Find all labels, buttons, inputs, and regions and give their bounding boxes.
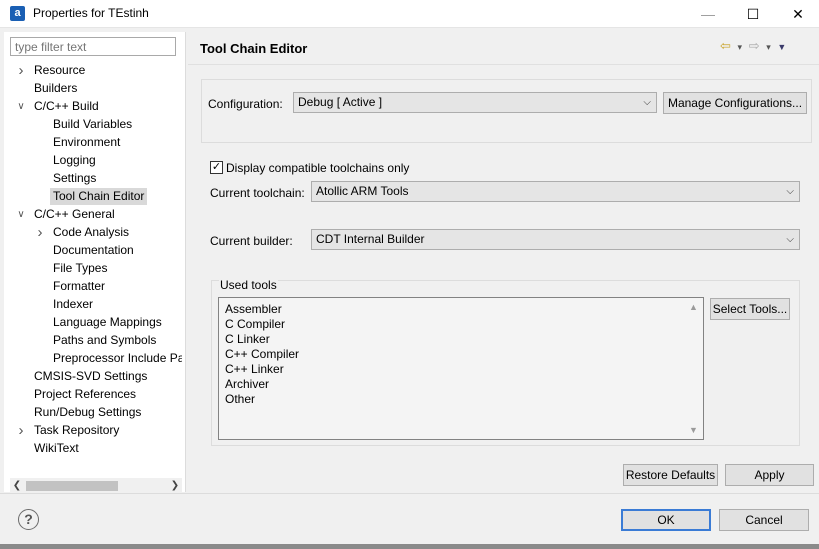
- used-tools-label: Used tools: [219, 278, 278, 292]
- tree-item[interactable]: Build Variables: [53, 116, 135, 133]
- tree-item[interactable]: C/C++ General: [34, 206, 118, 223]
- used-tools-list[interactable]: Assembler C Compiler C Linker C++ Compiler C…: [218, 297, 704, 440]
- list-item[interactable]: C Compiler: [225, 317, 285, 332]
- filter-input[interactable]: [10, 37, 176, 56]
- ok-button[interactable]: OK: [621, 509, 711, 531]
- tree-item[interactable]: Tool Chain Editor: [50, 188, 148, 205]
- tree-item[interactable]: Project References: [34, 386, 139, 403]
- page-title: Tool Chain Editor: [200, 41, 308, 56]
- tree-item[interactable]: Resource: [34, 62, 88, 79]
- tree-item[interactable]: File Types: [53, 260, 110, 277]
- chevron-down-icon: ⌵: [786, 234, 794, 245]
- list-item[interactable]: C++ Linker: [225, 362, 284, 377]
- tree-item[interactable]: Paths and Symbols: [53, 332, 159, 349]
- app-icon: a: [10, 6, 25, 21]
- window-bottom-edge: [0, 544, 819, 549]
- chevron-down-icon: ⌵: [643, 97, 651, 108]
- tree-item[interactable]: Run/Debug Settings: [34, 404, 144, 421]
- compatible-toolchains-checkbox[interactable]: ✓: [210, 161, 223, 174]
- tree-item[interactable]: C/C++ Build: [34, 98, 102, 115]
- properties-tree-panel: › ResourceBuilders ∨ C/C++ BuildBuild Varia…: [4, 32, 186, 494]
- current-toolchain-value: Atollic ARM Tools: [316, 184, 409, 198]
- title-bar: a Properties for TEstinh — ☐ ✕: [0, 0, 819, 28]
- tree-item[interactable]: Documentation: [53, 242, 137, 259]
- close-button[interactable]: ✕: [775, 0, 819, 28]
- forward-dropdown-icon[interactable]: ▾: [766, 42, 771, 53]
- apply-button[interactable]: Apply: [725, 464, 814, 486]
- forward-arrow-icon[interactable]: ⇨: [749, 38, 760, 54]
- select-tools-button[interactable]: Select Tools...: [710, 298, 790, 320]
- current-builder-value: CDT Internal Builder: [316, 232, 425, 246]
- help-icon[interactable]: ?: [18, 509, 39, 530]
- current-toolchain-label: Current toolchain:: [210, 186, 305, 200]
- tree-item[interactable]: Settings: [53, 170, 99, 187]
- list-item[interactable]: C++ Compiler: [225, 347, 299, 362]
- maximize-button[interactable]: ☐: [730, 0, 776, 28]
- window-title: Properties for TEstinh: [33, 6, 149, 20]
- tree-item[interactable]: WikiText: [34, 440, 82, 457]
- tree-item[interactable]: Task Repository: [34, 422, 122, 439]
- list-item[interactable]: Archiver: [225, 377, 269, 392]
- tree-horizontal-scrollbar[interactable]: ❮ ❯: [10, 478, 182, 494]
- view-menu-icon[interactable]: ▼: [777, 42, 786, 52]
- cancel-button[interactable]: Cancel: [719, 509, 809, 531]
- header-divider: [188, 64, 819, 65]
- tree-item[interactable]: Preprocessor Include Pa: [53, 350, 182, 367]
- tree-item[interactable]: Formatter: [53, 278, 108, 295]
- tree-item[interactable]: Indexer: [53, 296, 96, 313]
- scroll-left-icon[interactable]: ❮: [10, 478, 24, 494]
- back-arrow-icon[interactable]: ⇦: [720, 38, 731, 54]
- tree-item[interactable]: Logging: [53, 152, 99, 169]
- configuration-label: Configuration:: [208, 97, 283, 111]
- current-builder-label: Current builder:: [210, 234, 293, 248]
- restore-defaults-button[interactable]: Restore Defaults: [623, 464, 718, 486]
- tree-item[interactable]: Environment: [53, 134, 123, 151]
- scroll-down-icon[interactable]: ▼: [689, 425, 698, 435]
- list-item[interactable]: C Linker: [225, 332, 270, 347]
- chevron-right-icon[interactable]: ›: [16, 62, 26, 79]
- chevron-down-icon[interactable]: ∨: [16, 206, 26, 223]
- chevron-down-icon[interactable]: ∨: [16, 98, 26, 115]
- tree-item[interactable]: Builders: [34, 80, 80, 97]
- configuration-select[interactable]: Debug [ Active ] ⌵: [293, 92, 657, 113]
- list-item[interactable]: Assembler: [225, 302, 282, 317]
- page-navigation: ⇦ ▾ ⇨ ▾ ▼: [720, 38, 789, 54]
- tree-item[interactable]: CMSIS-SVD Settings: [34, 368, 150, 385]
- back-dropdown-icon[interactable]: ▾: [738, 42, 743, 53]
- tree-item[interactable]: Language Mappings: [53, 314, 165, 331]
- scrollbar-thumb[interactable]: [26, 481, 118, 491]
- chevron-right-icon[interactable]: ›: [16, 422, 26, 439]
- manage-configurations-button[interactable]: Manage Configurations...: [663, 92, 807, 114]
- current-toolchain-select[interactable]: Atollic ARM Tools ⌵: [311, 181, 800, 202]
- chevron-down-icon: ⌵: [786, 186, 794, 197]
- current-builder-select[interactable]: CDT Internal Builder ⌵: [311, 229, 800, 250]
- scroll-up-icon[interactable]: ▲: [689, 302, 698, 312]
- compatible-toolchains-label: Display compatible toolchains only: [226, 161, 410, 175]
- minimize-button[interactable]: —: [685, 0, 731, 28]
- configuration-value: Debug [ Active ]: [298, 95, 383, 109]
- scroll-right-icon[interactable]: ❯: [168, 478, 182, 494]
- chevron-right-icon[interactable]: ›: [35, 224, 45, 241]
- tree-item[interactable]: Code Analysis: [53, 224, 132, 241]
- list-item[interactable]: Other: [225, 392, 255, 407]
